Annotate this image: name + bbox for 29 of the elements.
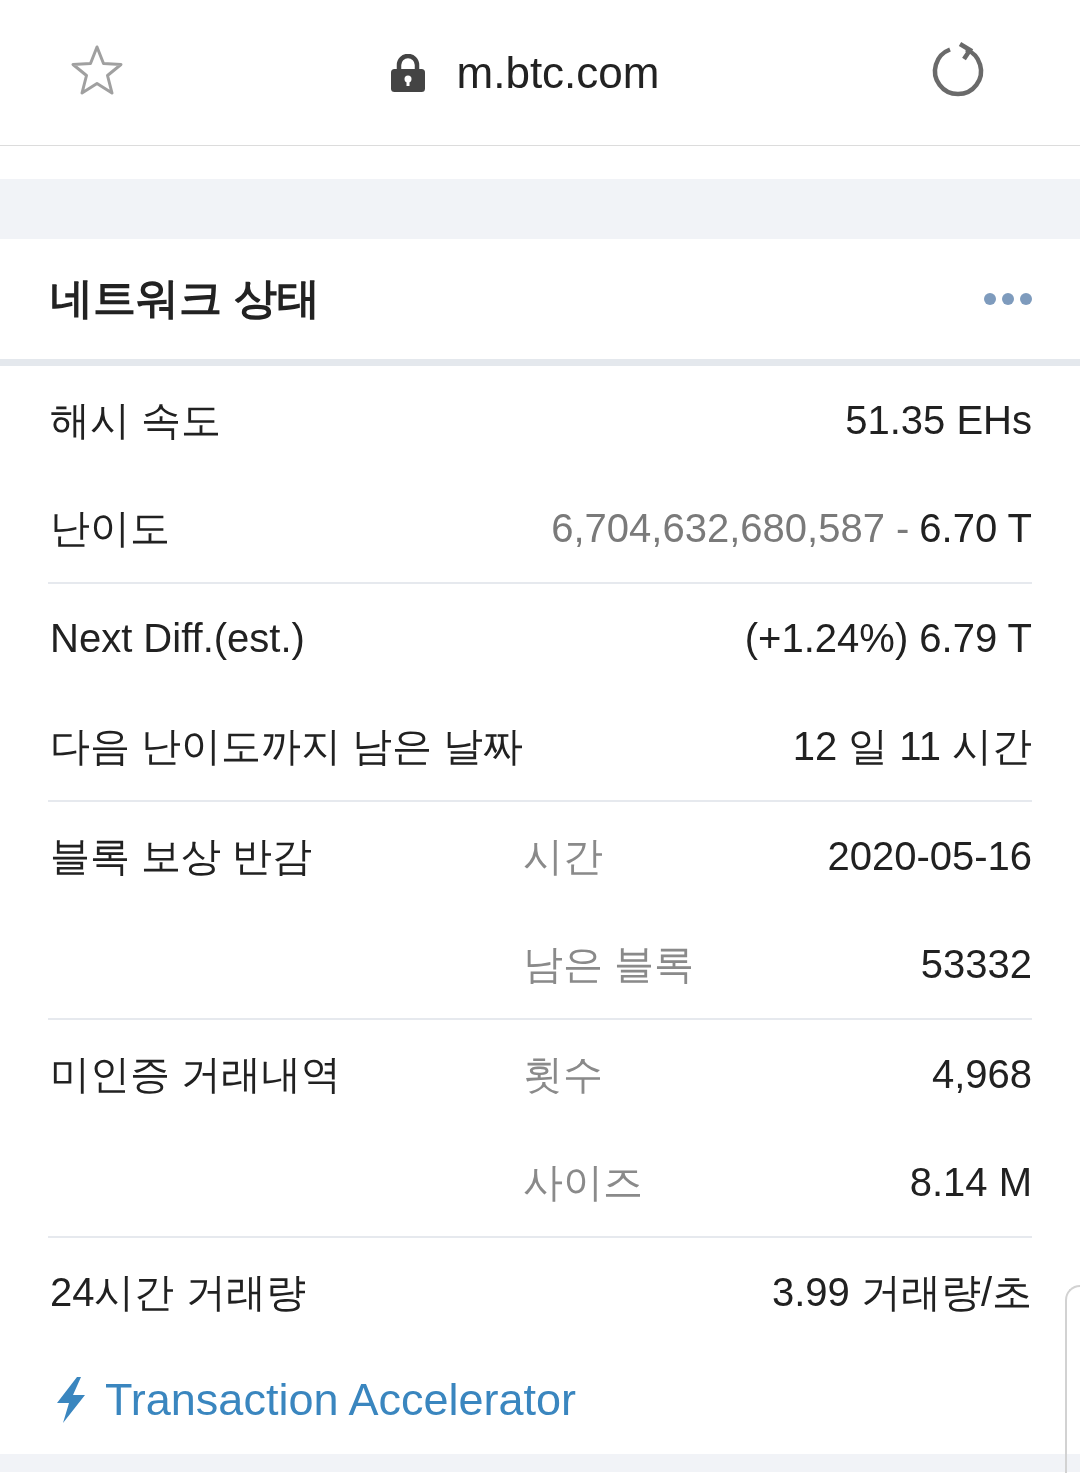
refresh-icon[interactable]: [930, 41, 986, 98]
row-label: 24시간 거래량: [50, 1268, 306, 1316]
card-title: 네트워크 상태: [50, 273, 320, 324]
row-label: Next Diff.(est.): [50, 615, 305, 661]
sub-label: 남은 블록: [523, 940, 695, 988]
raw-value: 6,704,632,680,587 -: [551, 505, 910, 551]
row-value: 2020-05-16: [827, 833, 1032, 879]
row-label: 해시 속도: [50, 396, 222, 444]
row-value: 3.99 거래량/초: [771, 1268, 1032, 1316]
row-value: (+1.24%) 6.79 T: [744, 615, 1032, 661]
row-value: 53332: [920, 941, 1032, 987]
row-value: 8.14 M: [909, 1159, 1032, 1205]
row-label: 다음 난이도까지 남은 날짜: [50, 722, 524, 770]
url-text[interactable]: m.btc.com: [456, 47, 660, 98]
row-value: 12 일 11 시간: [792, 722, 1032, 770]
row-label: 블록 보상 반감: [50, 833, 313, 878]
lightning-icon: [55, 1377, 87, 1423]
more-icon[interactable]: [984, 292, 1032, 306]
sub-label: 시간: [523, 832, 603, 880]
sub-label: 횟수: [523, 1050, 603, 1098]
sub-label: 사이즈: [523, 1158, 643, 1206]
lock-icon: [390, 53, 425, 92]
edge-panel-handle[interactable]: [1065, 1285, 1080, 1473]
row-value: 4,968: [931, 1051, 1032, 1097]
row-value: 6.70 T: [919, 505, 1032, 551]
row-value: 51.35 EHs: [845, 397, 1032, 443]
row-label: 난이도: [50, 504, 170, 552]
accelerator-link[interactable]: Transaction Accelerator: [105, 1374, 577, 1426]
row-label: 미인증 거래내역: [50, 1051, 342, 1096]
